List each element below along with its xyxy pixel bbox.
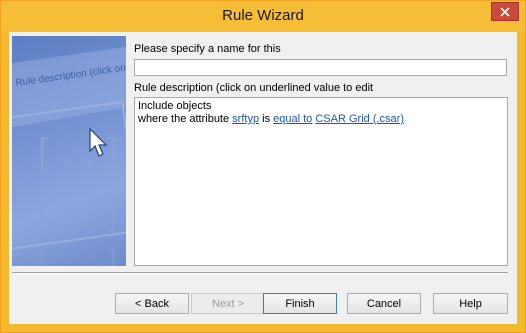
description-label: Rule description (click on underlined va… bbox=[134, 82, 374, 94]
close-button[interactable] bbox=[491, 2, 519, 21]
rule-wizard-window: Rule Wizard Rule description (click on [… bbox=[0, 0, 526, 333]
wizard-side-image: Rule description (click on [..] [..] [..… bbox=[12, 36, 126, 266]
back-button[interactable]: < Back bbox=[115, 293, 189, 314]
name-label: Please specify a name for this bbox=[134, 43, 281, 55]
description-is: is bbox=[259, 113, 274, 125]
wizard-client-area: Rule description (click on [..] [..] [..… bbox=[9, 32, 517, 324]
operator-link[interactable]: equal to bbox=[273, 113, 312, 125]
attribute-link[interactable]: srftyp bbox=[232, 113, 259, 125]
finish-button[interactable]: Finish bbox=[263, 293, 337, 314]
svg-text:[..]: [..] bbox=[32, 191, 124, 235]
svg-text:[..]: [..] bbox=[32, 131, 124, 175]
next-button[interactable]: Next > bbox=[191, 293, 265, 314]
title-bar[interactable]: Rule Wizard bbox=[1, 1, 525, 32]
close-icon bbox=[500, 6, 510, 17]
value-link[interactable]: CSAR Grid (.csar) bbox=[315, 113, 404, 125]
window-title: Rule Wizard bbox=[222, 7, 304, 24]
wizard-illustration: Rule description (click on [..] [..] [..… bbox=[12, 46, 126, 266]
rule-description-box: Include objects where the attribute srft… bbox=[134, 97, 508, 266]
help-button[interactable]: Help bbox=[433, 293, 508, 314]
svg-text:[..]: [..] bbox=[32, 241, 124, 266]
description-line-2: where the attribute srftyp is equal to C… bbox=[138, 113, 504, 126]
description-line-1: Include objects bbox=[138, 100, 212, 112]
description-prefix: where the attribute bbox=[138, 113, 233, 125]
cancel-button[interactable]: Cancel bbox=[347, 293, 421, 314]
rule-name-input[interactable] bbox=[134, 59, 507, 76]
separator bbox=[12, 272, 508, 274]
